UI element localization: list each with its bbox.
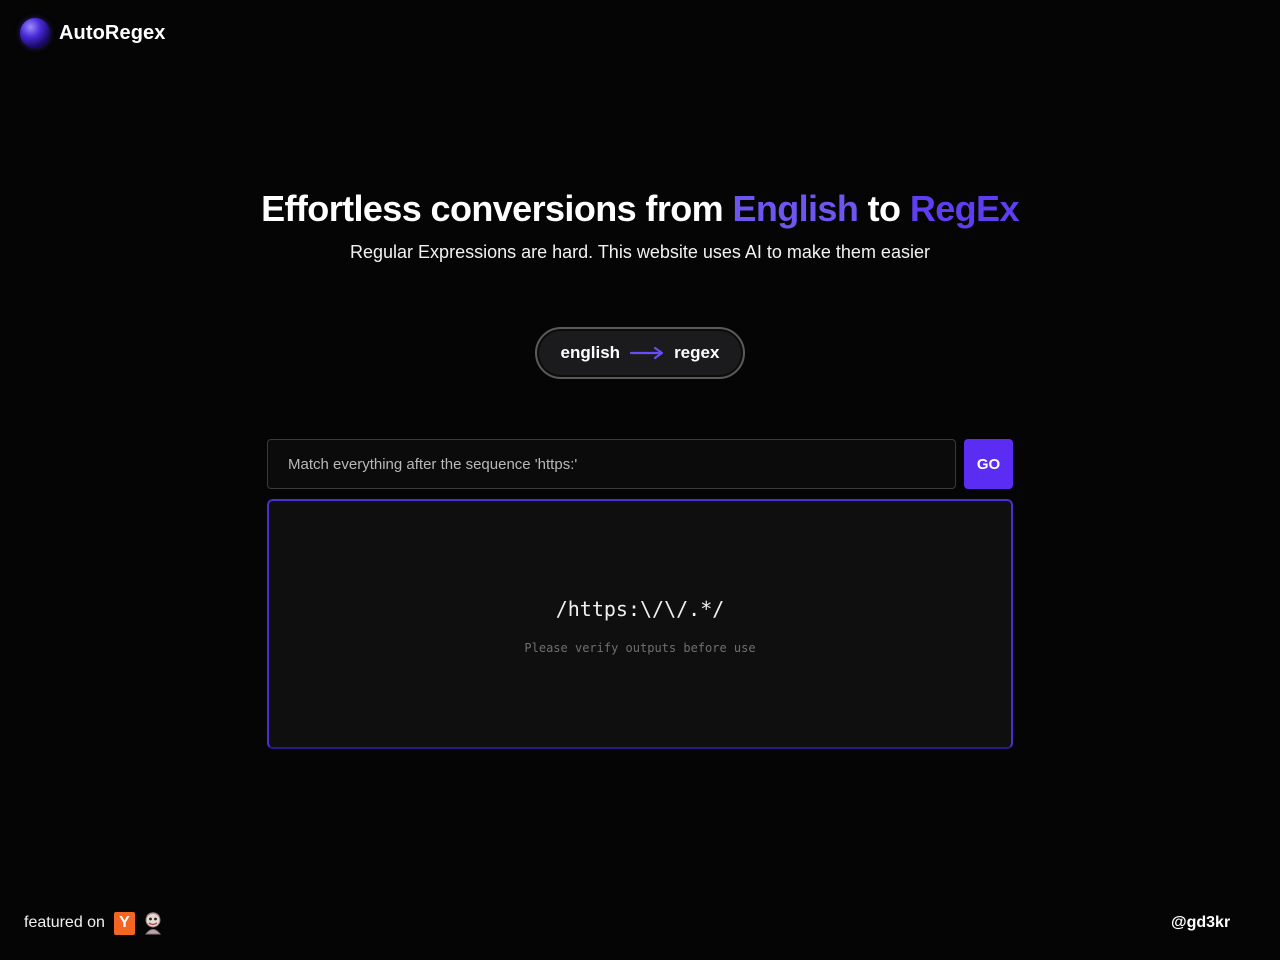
brand-name[interactable]: AutoRegex	[59, 22, 165, 45]
featured-label: featured on	[24, 914, 105, 931]
title-accent-regex: RegEx	[909, 188, 1020, 229]
page-subtitle: Regular Expressions are hard. This websi…	[350, 242, 930, 262]
y-combinator-icon[interactable]: Y	[113, 911, 135, 935]
hero-section: Effortless conversions from English to R…	[0, 188, 1280, 263]
go-button[interactable]: GO	[964, 439, 1013, 489]
output-panel: /https:\/\/.*/ Please verify outputs bef…	[267, 499, 1013, 749]
title-text-2: to	[858, 188, 910, 229]
regex-output[interactable]: /https:\/\/.*/	[556, 597, 725, 621]
author-handle-link[interactable]: @gd3kr	[1171, 914, 1230, 932]
verify-note: Please verify outputs before use	[524, 641, 756, 655]
purple-orb-icon[interactable]	[20, 18, 50, 48]
mascot-icon[interactable]	[142, 911, 164, 935]
arrow-right-icon	[630, 346, 664, 360]
prompt-input[interactable]	[267, 439, 956, 489]
title-accent-english: English	[732, 188, 859, 229]
featured-on: featured on Y	[24, 911, 164, 935]
mode-from-label: english	[560, 343, 621, 362]
title-text-1: Effortless conversions from	[261, 188, 733, 229]
mode-toggle-button[interactable]: english regex	[535, 327, 745, 379]
mode-to-label: regex	[674, 343, 720, 362]
page-title: Effortless conversions from English to R…	[0, 188, 1280, 230]
site-header: AutoRegex	[20, 18, 165, 48]
